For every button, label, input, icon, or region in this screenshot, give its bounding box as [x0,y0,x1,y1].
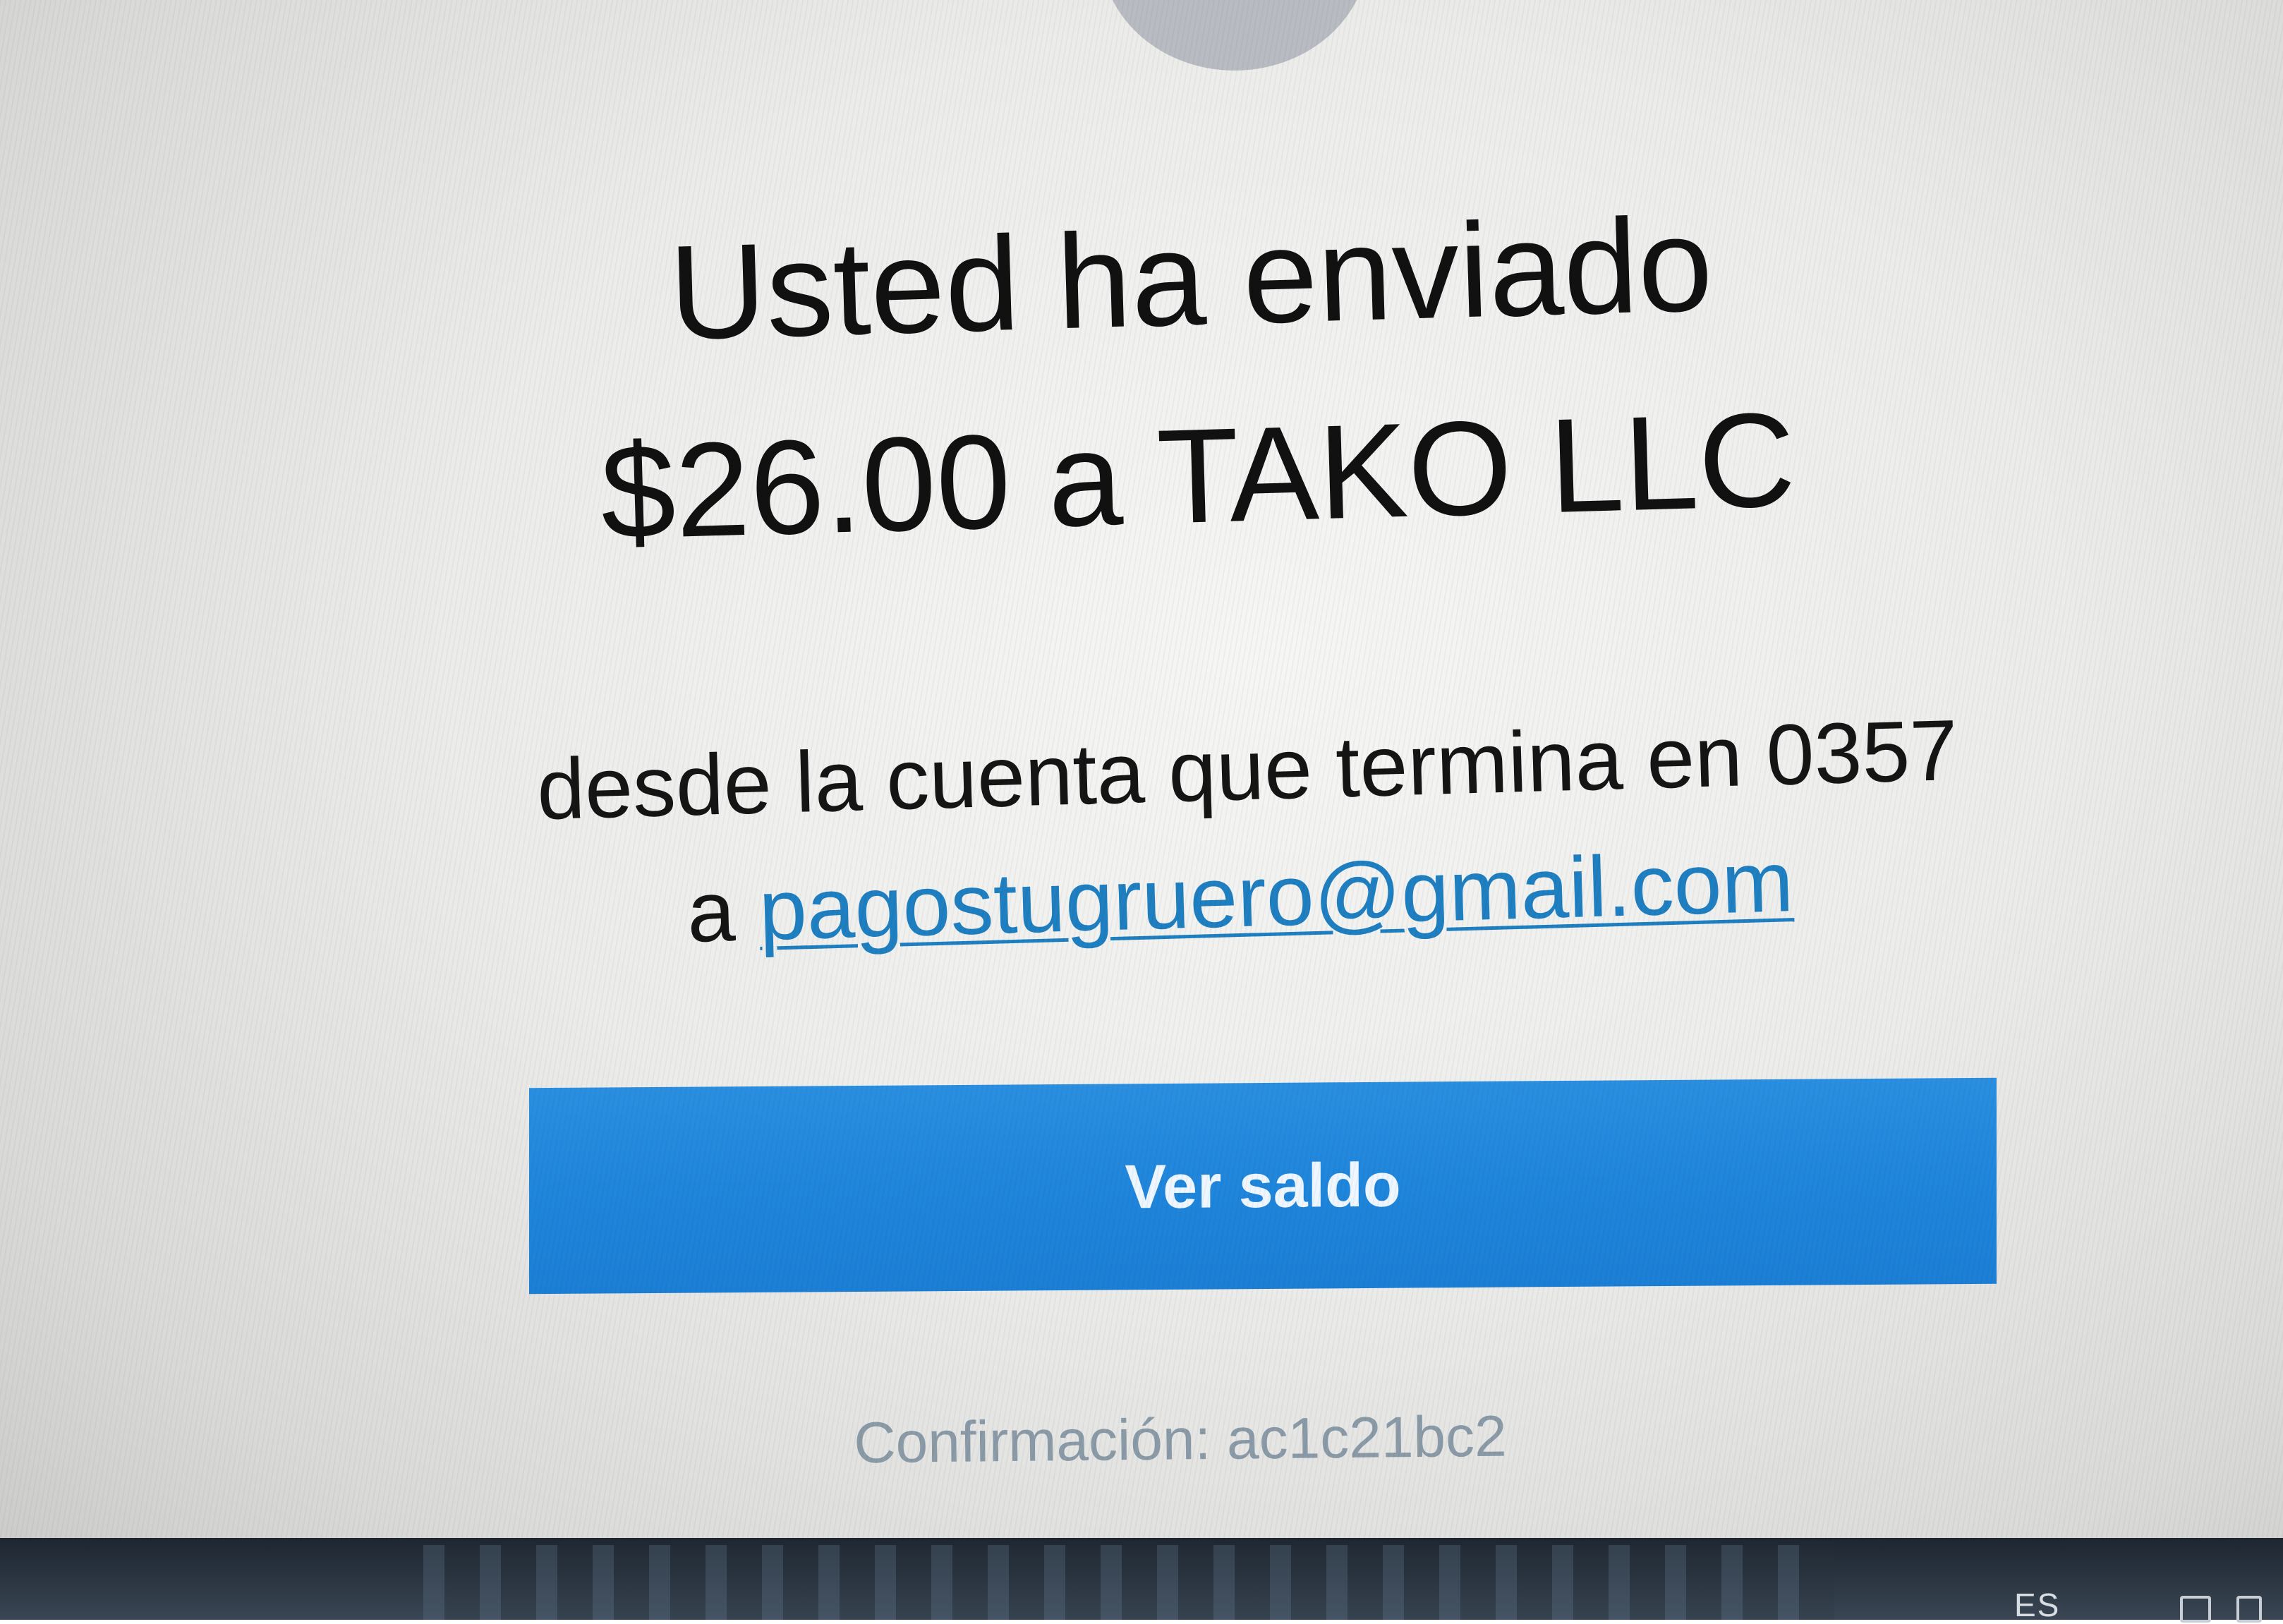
confirmation-label: Confirmación: [853,1407,1211,1476]
source-account-text: desde la cuenta que termina en 0357 [535,701,1959,838]
battery-icon[interactable] [2236,1596,2262,1623]
confirmation-code-line: Confirmación: ac1c21bc2 [0,1395,2283,1486]
confirmation-code: ac1c21bc2 [1226,1404,1508,1472]
language-indicator[interactable]: ES [2014,1586,2060,1624]
view-balance-button[interactable]: Ver saldo [529,1077,1997,1295]
recipient-prefix: a [686,863,737,960]
recipient-line: a pagostugruero@gmail.com [98,822,2283,971]
headline-amount-recipient: $26.00 a TAKO LLC [598,384,1798,568]
headline-sent: Usted ha enviado [667,189,1715,368]
network-icon[interactable] [2180,1596,2211,1623]
screen: Usted ha enviado $26.00 a TAKO LLC desde… [0,0,2283,1620]
taskbar-pinned-apps [423,1545,1834,1620]
recipient-email-link[interactable]: pagostugruero@gmail.com [758,833,1795,958]
brand-logo-icon [1101,0,1369,71]
